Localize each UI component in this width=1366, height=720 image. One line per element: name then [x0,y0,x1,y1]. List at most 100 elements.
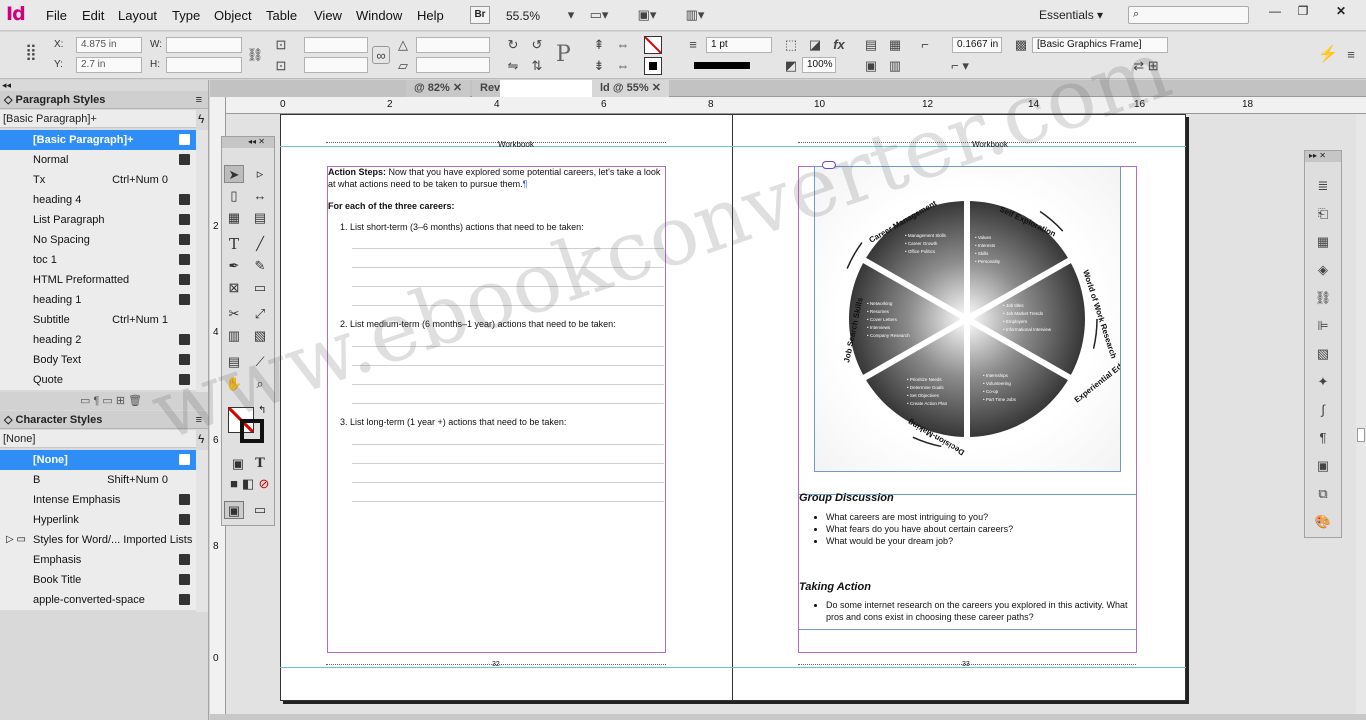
vertical-scrollbar[interactable] [1356,114,1366,714]
stroke-swatch[interactable] [644,57,662,75]
menu-table[interactable]: Table [266,8,297,23]
stroke-swatch[interactable] [240,419,264,443]
lightning-icon[interactable]: ⚡ [1318,46,1338,64]
zoom-tool-icon[interactable]: ⌕ [250,375,270,393]
rectangle-frame-tool-icon[interactable]: ⊠ [224,279,244,297]
y-field[interactable]: 2.7 in [76,57,142,73]
effects-panel-icon[interactable]: ✦ [1314,373,1332,391]
paragraph_styles-row[interactable]: HTML Preformatted [0,270,196,290]
menu-help[interactable]: Help [417,8,444,23]
free-transform-tool-icon[interactable]: ⤢ [250,305,270,323]
book-icon[interactable]: ⎗ [1314,205,1332,223]
arrange-documents-icon[interactable]: ▥▾ [682,6,708,24]
select-previous-icon[interactable]: ⇔ [614,36,632,54]
content-placer-icon[interactable]: ▤ [250,209,270,227]
tab-doc-55[interactable]: ld @ 55% ✕ [592,80,669,97]
paragraph_styles-row[interactable]: Subtitle Ctrl+Num 1 [0,310,196,330]
menu-window[interactable]: Window [356,8,402,23]
paragraph_styles-row[interactable]: Normal [0,150,196,170]
eyedropper-tool-icon[interactable]: ⟋ [250,353,270,371]
width-field[interactable] [166,37,242,53]
panel-menu-icon[interactable]: ≡ [1342,46,1360,64]
direct-selection-tool-icon[interactable]: ▹ [250,165,270,183]
menu-type[interactable]: Type [172,8,200,23]
align-center-icon[interactable]: ▦ [886,36,904,54]
select-container-icon[interactable]: ⇞ [590,36,608,54]
paragraph-icon[interactable]: ¶ [1314,429,1332,447]
drop-shadow-icon[interactable]: ◪ [806,36,824,54]
line-tool-icon[interactable]: ╱ [250,235,270,253]
left-text-frame[interactable] [327,166,666,653]
layers-icon[interactable]: ◈ [1314,261,1332,279]
character_styles-row[interactable]: [None] [0,450,196,470]
scale-y-field[interactable] [304,57,368,73]
object-styles-icon[interactable]: ⧉ [1314,485,1332,503]
links-icon[interactable]: ⛓ [1314,289,1332,307]
folder-icon[interactable]: ▷ ▭ [6,530,26,550]
panel-menu-icon[interactable]: ≡ [196,411,202,429]
menu-view[interactable]: View [314,8,342,23]
paragraph-styles-tab[interactable]: ◇ Paragraph Styles ≡ [0,91,208,109]
link-icon[interactable]: ∞ [372,46,390,64]
restore-button[interactable]: ❐ [1292,3,1314,19]
screen-mode-icon[interactable]: ▣▾ [634,6,660,24]
bridge-button[interactable]: Br [470,6,490,24]
paragraph_styles-row[interactable]: List Paragraph [0,210,196,230]
table-icon[interactable]: ▦ [1314,233,1332,251]
tab-doc-82[interactable]: @ 82% ✕ [406,80,471,97]
character-styles-tab[interactable]: ◇ Character Styles ≡ [0,411,208,429]
offset-field[interactable]: 0.1667 in [952,37,1002,53]
formatting-container-icon[interactable]: ▣ [228,455,248,473]
view-options-icon[interactable]: ▭▾ [586,6,612,24]
action-steps-para[interactable]: Action Steps: Now that you have explored… [328,166,662,190]
type-tool-icon[interactable]: T [224,235,244,253]
paragraph_styles-row[interactable]: Quote [0,370,196,390]
lightning-icon[interactable]: ϟ [198,112,204,126]
swap-colors-icon[interactable]: ↰ [258,405,266,416]
workspace-switcher[interactable]: Essentials ▾ [1039,8,1103,22]
rotate-cw-icon[interactable]: ↻ [504,36,522,54]
paragraph_styles-row[interactable]: heading 4 [0,190,196,210]
page-tool-icon[interactable]: ▯ [224,187,244,205]
note-tool-icon[interactable]: ▤ [224,353,244,371]
frame-fitting-icon[interactable]: ⬚ [782,36,800,54]
rotate-ccw-icon[interactable]: ↺ [528,36,546,54]
scale-x-field[interactable] [304,37,368,53]
graphic-frame[interactable]: • Management Skills • Career Growth • Offi… [814,166,1146,472]
corner-shape-icon[interactable]: ⌐ ▾ [940,57,980,75]
text-wrap-panel-icon[interactable]: ▣ [1314,457,1332,475]
selection-tool-icon[interactable]: ➤ [224,165,244,183]
character_styles-row[interactable]: Emphasis [0,550,196,570]
swatches-icon[interactable]: ▧ [1314,345,1332,363]
minimize-button[interactable]: — [1264,3,1286,19]
paragraph_styles-row[interactable]: toc 1 [0,250,196,270]
hand-tool-icon[interactable]: ✋ [224,375,244,393]
content-collector-icon[interactable]: ▦ [224,209,244,227]
close-icon[interactable]: ✕ [652,82,661,94]
stroke-weight-field[interactable]: 1 pt [706,37,772,53]
character_styles-row[interactable]: B Shift+Num 0 [0,470,196,490]
preview-mode-icon[interactable]: ▭ [250,501,270,519]
link-badge-icon[interactable] [822,161,836,169]
pen-tool-icon[interactable]: ✒ [224,257,244,275]
character_styles-row[interactable]: Intense Emphasis [0,490,196,510]
shear-field[interactable] [416,57,490,73]
clear-overrides-icon[interactable]: ⇄ ⊞ [1126,57,1166,75]
chevron-down-icon[interactable]: ▾ [562,6,580,24]
pages-panel-icon[interactable]: ≣ [1314,177,1332,195]
menu-edit[interactable]: Edit [82,8,104,23]
paragraph_styles-row[interactable]: [Basic Paragraph]+ [0,130,196,150]
lightning-icon[interactable]: ϟ [198,432,204,446]
paragraph_styles-row[interactable]: heading 1 [0,290,196,310]
align-left-icon[interactable]: ▤ [862,36,880,54]
text-wrap-icon[interactable]: ▣ [862,57,880,75]
stroke-panel-icon[interactable]: ∫ [1314,401,1332,419]
align-icon[interactable]: ⊫ [1314,317,1332,335]
character_styles-row[interactable]: Book Title [0,570,196,590]
stroke-type-preview[interactable] [694,62,750,69]
flip-h-icon[interactable]: ⇋ [504,57,522,75]
flip-v-icon[interactable]: ⇅ [528,57,546,75]
paragraph_styles-row[interactable]: Body Text [0,350,196,370]
effects-icon[interactable]: fx [830,36,848,54]
apply-none-icon[interactable]: ⊘ [254,475,274,493]
